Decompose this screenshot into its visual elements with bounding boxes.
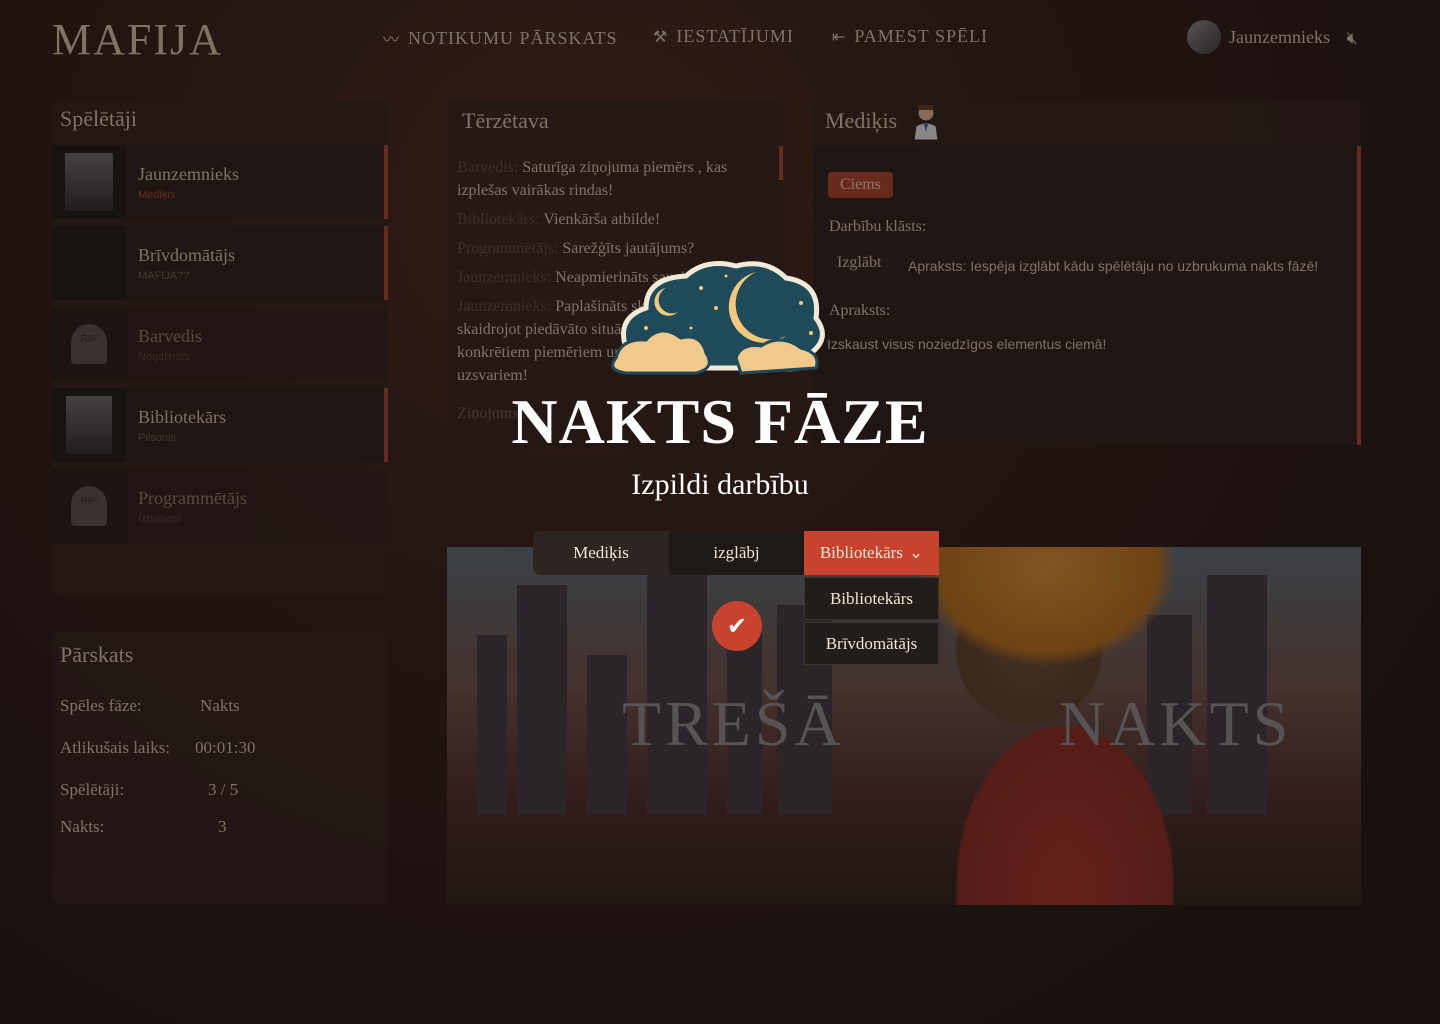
target-option[interactable]: Brīvdomātājs — [804, 622, 939, 665]
action-bar: Mediķis izglābj Bibliotekārs ⌄ — [533, 531, 939, 575]
action-role: Mediķis — [533, 531, 669, 575]
checkmark-icon: ✔ — [726, 612, 748, 640]
target-option[interactable]: Bibliotekārs — [804, 577, 939, 620]
target-selected: Bibliotekārs — [819, 543, 903, 562]
action-verb: izglābj — [669, 531, 804, 575]
phase-title: NAKTS FĀZE — [511, 386, 929, 457]
chevron-down-icon: ⌄ — [908, 543, 924, 562]
modal-backdrop — [0, 0, 1440, 1024]
night-sky-icon — [611, 261, 825, 375]
target-select[interactable]: Bibliotekārs ⌄ — [804, 531, 939, 575]
confirm-button[interactable]: ✔ — [712, 601, 762, 651]
target-dropdown: Bibliotekārs Brīvdomātājs — [804, 577, 939, 667]
phase-subtitle: Izpildi darbību — [631, 468, 809, 501]
